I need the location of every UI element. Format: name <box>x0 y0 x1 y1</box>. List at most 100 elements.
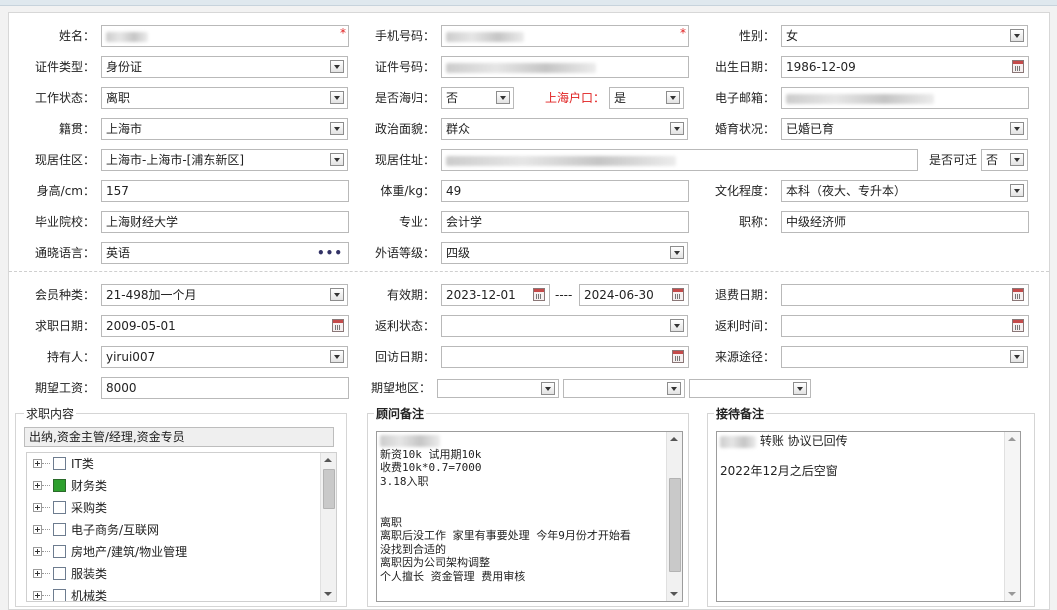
lang-level-select[interactable]: 四级 <box>441 242 688 264</box>
scroll-down-icon[interactable] <box>324 592 332 596</box>
birth-date-label: 出生日期： <box>714 60 775 74</box>
scroll-up-icon[interactable] <box>324 458 332 462</box>
calendar-icon[interactable] <box>1012 288 1024 301</box>
calendar-icon[interactable] <box>533 288 545 301</box>
phone-field[interactable]: * <box>441 25 689 47</box>
chevron-down-icon[interactable] <box>496 91 510 104</box>
region-district-select[interactable] <box>689 379 811 398</box>
scroll-down-icon[interactable] <box>1008 592 1016 596</box>
id-number-field[interactable] <box>441 56 689 78</box>
scroll-up-icon[interactable] <box>1008 437 1016 441</box>
chevron-down-icon[interactable] <box>670 246 684 259</box>
chevron-down-icon[interactable] <box>330 288 344 301</box>
education-label: 文化程度： <box>714 184 775 198</box>
reception-notes-scrollbar[interactable] <box>1004 432 1020 601</box>
chevron-down-icon[interactable] <box>1010 184 1024 197</box>
source-select[interactable] <box>781 346 1028 368</box>
chevron-down-icon[interactable] <box>330 153 344 166</box>
major-field[interactable]: 会计学 <box>441 211 689 233</box>
holder-select[interactable]: yirui007 <box>101 346 348 368</box>
chevron-down-icon[interactable] <box>330 350 344 363</box>
calendar-icon[interactable] <box>672 350 684 363</box>
chevron-down-icon[interactable] <box>541 382 555 395</box>
chevron-down-icon[interactable] <box>330 122 344 135</box>
plus-icon[interactable] <box>33 503 42 512</box>
checkbox-real-estate[interactable] <box>53 545 66 558</box>
checkbox-apparel[interactable] <box>53 567 66 580</box>
refund-date-field[interactable] <box>781 284 1029 306</box>
plus-icon[interactable] <box>33 591 42 600</box>
chevron-down-icon[interactable] <box>670 319 684 332</box>
calendar-icon[interactable] <box>332 319 344 332</box>
checkbox-ecommerce[interactable] <box>53 523 66 536</box>
school-field[interactable]: 上海财经大学 <box>101 211 349 233</box>
chevron-down-icon[interactable] <box>667 382 681 395</box>
region-province-select[interactable] <box>437 379 559 398</box>
returnee-select[interactable]: 否 <box>441 87 514 109</box>
chevron-down-icon[interactable] <box>330 91 344 104</box>
member-type-select[interactable]: 21-498加一个月 <box>101 284 348 306</box>
region-city-select[interactable] <box>563 379 685 398</box>
height-field[interactable]: 157 <box>101 180 349 202</box>
visit-date-field[interactable] <box>441 346 689 368</box>
checkbox-purchasing[interactable] <box>53 501 66 514</box>
weight-field[interactable]: 49 <box>441 180 689 202</box>
chevron-down-icon[interactable] <box>670 122 684 135</box>
ellipsis-icon[interactable]: ••• <box>317 247 343 259</box>
plus-icon[interactable] <box>33 525 42 534</box>
rebate-time-field[interactable] <box>781 315 1029 337</box>
marital-select[interactable]: 已婚已育 <box>781 118 1028 140</box>
checkbox-machinery[interactable] <box>53 589 66 601</box>
birth-date-field[interactable]: 1986-12-09 <box>781 56 1029 78</box>
native-place-select[interactable]: 上海市 <box>101 118 348 140</box>
plus-icon[interactable] <box>33 569 42 578</box>
title-field[interactable]: 中级经济师 <box>781 211 1029 233</box>
expected-salary-label: 期望工资： <box>34 381 95 395</box>
job-content-selected-field[interactable]: 出纳,资金主管/经理,资金专员 <box>24 427 334 447</box>
advisor-notes-group: 顾问备注 新资10k 试用期10k 收费10k*0.7=7000 3.18入职 … <box>367 407 689 607</box>
email-field[interactable] <box>781 87 1029 109</box>
id-type-select[interactable]: 身份证 <box>101 56 348 78</box>
advisor-notes-textarea[interactable]: 新资10k 试用期10k 收费10k*0.7=7000 3.18入职 离职 离职… <box>376 431 683 602</box>
name-field[interactable]: * <box>101 25 349 47</box>
plus-icon[interactable] <box>33 547 42 556</box>
checkbox-finance[interactable] <box>53 479 66 492</box>
chevron-down-icon[interactable] <box>330 60 344 73</box>
valid-from-field[interactable]: 2023-12-01 <box>441 284 550 306</box>
rebate-status-select[interactable] <box>441 315 688 337</box>
expected-salary-field[interactable]: 8000 <box>101 377 349 399</box>
plus-icon[interactable] <box>33 459 42 468</box>
relocate-select[interactable]: 否 <box>981 149 1028 171</box>
checkbox-it[interactable] <box>53 457 66 470</box>
chevron-down-icon[interactable] <box>1010 350 1024 363</box>
redacted-email <box>786 93 934 104</box>
member-type-value: 21-498加一个月 <box>106 288 197 302</box>
gender-select[interactable]: 女 <box>781 25 1028 47</box>
scroll-up-icon[interactable] <box>670 437 678 441</box>
residence-area-select[interactable]: 上海市-上海市-[浦东新区] <box>101 149 348 171</box>
chevron-down-icon[interactable] <box>793 382 807 395</box>
chevron-down-icon[interactable] <box>1010 153 1024 166</box>
scroll-thumb[interactable] <box>323 469 335 509</box>
scroll-down-icon[interactable] <box>670 592 678 596</box>
tree-scrollbar[interactable] <box>320 453 336 601</box>
calendar-icon[interactable] <box>1012 60 1024 73</box>
valid-to-field[interactable]: 2024-06-30 <box>579 284 689 306</box>
work-status-select[interactable]: 离职 <box>101 87 348 109</box>
address-field[interactable] <box>441 149 918 171</box>
shanghai-hukou-value: 是 <box>614 91 627 105</box>
scroll-thumb[interactable] <box>669 478 681 572</box>
calendar-icon[interactable] <box>1012 319 1024 332</box>
advisor-notes-scrollbar[interactable] <box>666 432 682 601</box>
chevron-down-icon[interactable] <box>1010 122 1024 135</box>
job-date-field[interactable]: 2009-05-01 <box>101 315 349 337</box>
reception-notes-textarea[interactable]: 转账 协议已回传 2022年12月之后空窗 <box>716 431 1021 602</box>
shanghai-hukou-select[interactable]: 是 <box>609 87 684 109</box>
education-select[interactable]: 本科（夜大、专升本） <box>781 180 1028 202</box>
chevron-down-icon[interactable] <box>1010 29 1024 42</box>
plus-icon[interactable] <box>33 481 42 490</box>
political-select[interactable]: 群众 <box>441 118 688 140</box>
chevron-down-icon[interactable] <box>666 91 680 104</box>
language-field[interactable]: 英语 ••• <box>101 242 349 264</box>
calendar-icon[interactable] <box>672 288 684 301</box>
